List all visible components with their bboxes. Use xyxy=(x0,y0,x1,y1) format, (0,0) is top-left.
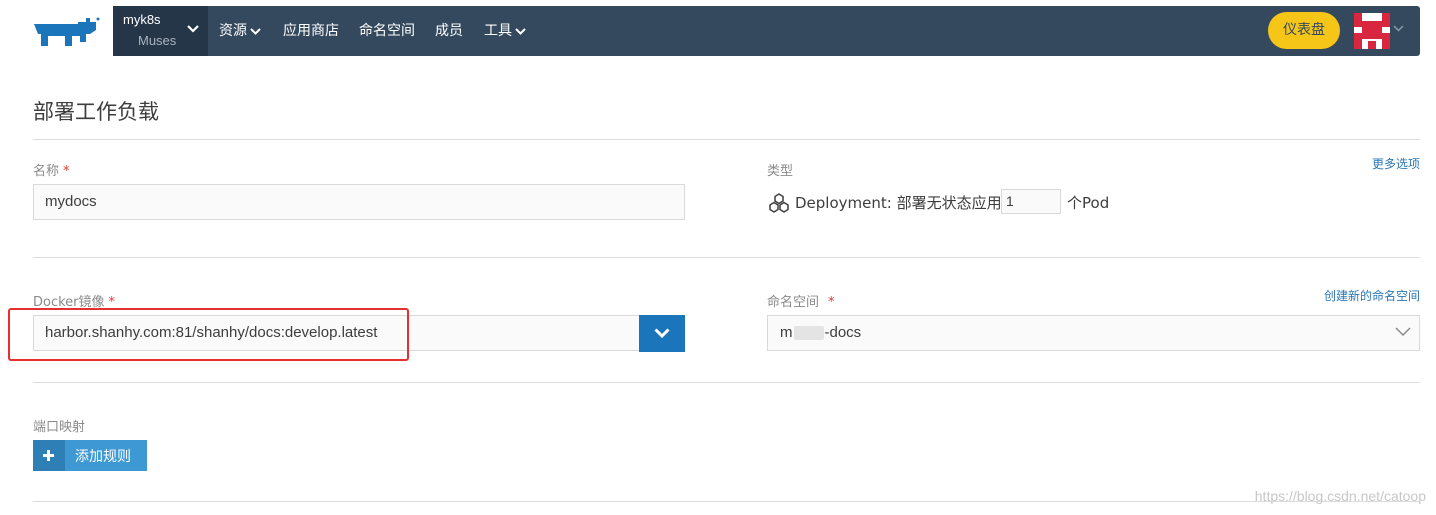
chevron-down-icon xyxy=(250,27,261,35)
nav-item-label: 资源 xyxy=(219,23,247,39)
divider xyxy=(33,382,1420,383)
nav-item-namespaces[interactable]: 命名空间 xyxy=(359,6,415,56)
user-avatar[interactable] xyxy=(1354,13,1390,49)
create-namespace-link[interactable]: 创建新的命名空间 xyxy=(1324,287,1420,304)
divider xyxy=(33,139,1420,140)
cluster-switcher[interactable]: myk8s Muses xyxy=(113,6,208,56)
namespace-label-text: 命名空间 xyxy=(767,295,820,310)
port-mapping-label: 端口映射 xyxy=(33,420,86,435)
plus-icon xyxy=(43,450,54,461)
chevron-down-icon xyxy=(1395,327,1411,337)
avatar-icon xyxy=(1354,13,1390,49)
deployment-icon xyxy=(769,193,789,213)
cluster-project: Muses xyxy=(138,33,177,48)
namespace-select[interactable]: m -docs xyxy=(767,315,1420,351)
pod-count-input[interactable]: 1 xyxy=(1001,189,1061,214)
nav-item-resources[interactable]: 资源 xyxy=(219,6,261,56)
cluster-name: myk8s xyxy=(123,12,161,27)
image-dropdown-button[interactable] xyxy=(639,315,685,352)
divider xyxy=(33,501,1420,502)
type-label: 类型 xyxy=(767,164,794,179)
chevron-down-icon[interactable] xyxy=(1393,25,1404,32)
dashboard-button[interactable]: 仪表盘 xyxy=(1268,12,1340,49)
required-mark: * xyxy=(828,295,835,310)
add-rule-button[interactable]: 添加规则 xyxy=(33,440,147,471)
nav-item-label: 命名空间 xyxy=(359,23,415,39)
required-mark: * xyxy=(63,164,70,179)
namespace-value-suffix: -docs xyxy=(824,324,862,341)
chevron-down-icon xyxy=(654,328,670,338)
nav-item-label: 成员 xyxy=(435,23,463,39)
highlight-annotation-box xyxy=(8,308,409,361)
chevron-down-icon xyxy=(515,27,526,35)
namespace-value-prefix: m xyxy=(780,324,793,341)
more-options-link[interactable]: 更多选项 xyxy=(1372,155,1420,172)
chevron-down-icon xyxy=(187,25,199,33)
name-input[interactable]: mydocs xyxy=(33,184,685,220)
nav-item-label: 应用商店 xyxy=(283,23,339,39)
nav-item-members[interactable]: 成员 xyxy=(435,6,463,56)
nav-item-app-store[interactable]: 应用商店 xyxy=(283,6,339,56)
plus-icon-box xyxy=(33,440,65,471)
pod-suffix: 个Pod xyxy=(1067,194,1110,212)
add-rule-label: 添加规则 xyxy=(75,449,131,465)
top-navbar: myk8s Muses 资源 应用商店 命名空间 成员 工具 仪表盘 xyxy=(113,6,1420,56)
nav-item-label: 工具 xyxy=(484,23,512,39)
rancher-logo-icon xyxy=(34,17,100,46)
name-label: 名称 * xyxy=(33,160,70,179)
namespace-label: 命名空间 * xyxy=(767,291,835,310)
name-label-text: 名称 xyxy=(33,164,60,179)
namespace-selected-value: m -docs xyxy=(780,324,861,341)
watermark: https://blog.csdn.net/catoop xyxy=(1254,488,1426,504)
nav-item-tools[interactable]: 工具 xyxy=(484,6,526,56)
rancher-logo-area[interactable] xyxy=(0,6,113,56)
redacted-text xyxy=(793,326,824,341)
deployment-type-text: Deployment: 部署无状态应用 xyxy=(795,194,1002,212)
divider xyxy=(33,257,1420,258)
page-title: 部署工作负载 xyxy=(33,100,159,124)
